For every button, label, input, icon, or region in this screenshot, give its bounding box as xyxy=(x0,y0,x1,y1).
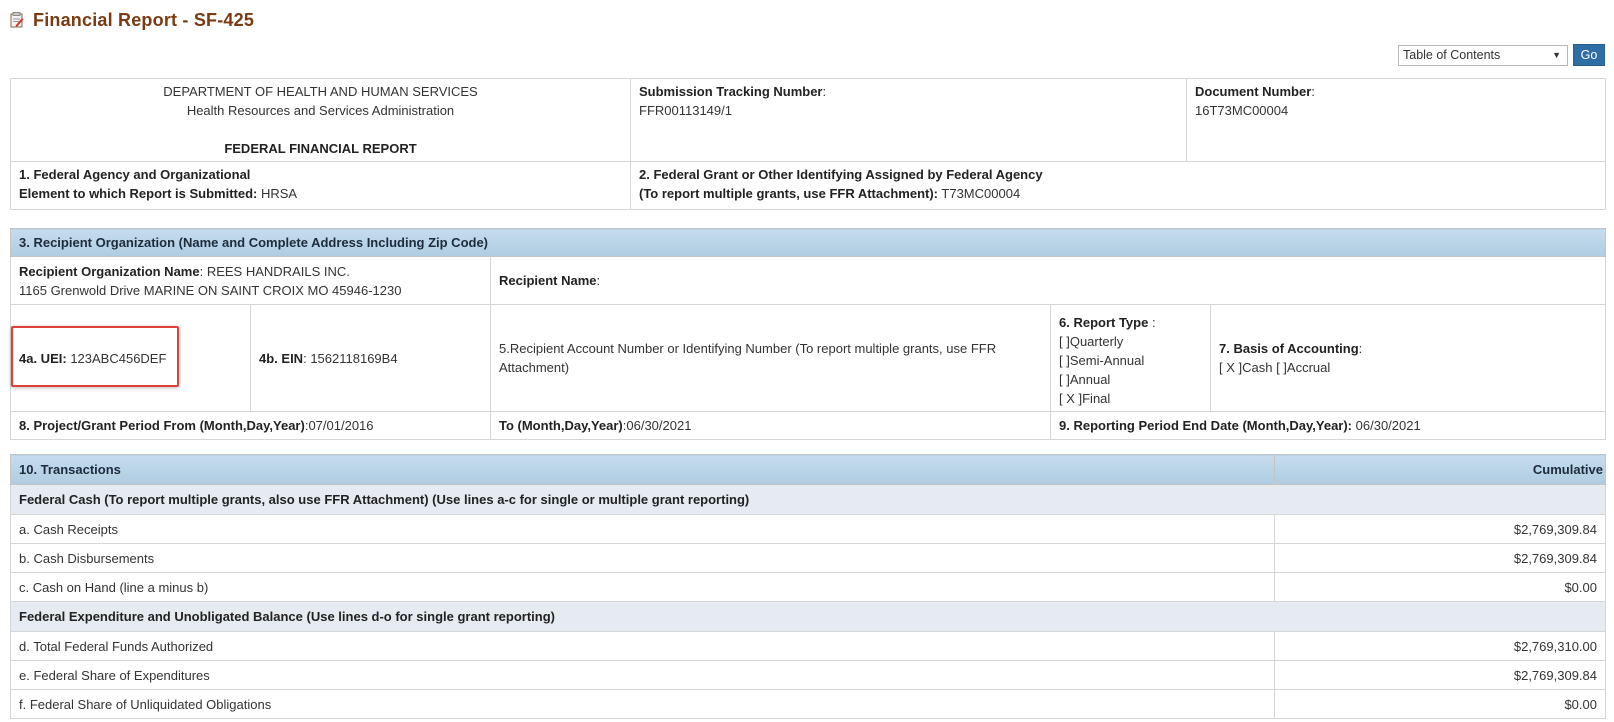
page-header: Financial Report - SF-425 xyxy=(10,8,254,32)
tracking-number-value: FFR00113149/1 xyxy=(639,103,732,118)
recipient-name-label: Recipient Name xyxy=(499,273,597,288)
line-item-label: a. Cash Receipts xyxy=(10,514,1275,544)
line-item-label: e. Federal Share of Expenditures xyxy=(10,660,1275,690)
document-number-cell: Document Number: 16T73MC00004 xyxy=(1186,78,1606,162)
toc-navigation: Table of Contents ▼ Go xyxy=(1398,44,1605,66)
federal-cash-group-header: Federal Cash (To report multiple grants,… xyxy=(10,484,1606,515)
cumulative-column-header: Cumulative xyxy=(1274,454,1606,485)
line-item-amount: $2,769,310.00 xyxy=(1274,631,1606,661)
tracking-number-cell: Submission Tracking Number: FFR00113149/… xyxy=(630,78,1187,162)
period-from-label: 8. Project/Grant Period From (Month,Day,… xyxy=(19,418,305,433)
line-item-label: c. Cash on Hand (line a minus b) xyxy=(10,572,1275,602)
report-header-table: DEPARTMENT OF HEALTH AND HUMAN SERVICES … xyxy=(10,78,1606,210)
line-item-amount: $2,769,309.84 xyxy=(1274,514,1606,544)
reporting-period-end-value: 06/30/2021 xyxy=(1355,418,1421,433)
period-from-cell: 8. Project/Grant Period From (Month,Day,… xyxy=(10,411,491,440)
line-item-amount: $2,769,309.84 xyxy=(1274,543,1606,573)
chevron-down-icon: ▼ xyxy=(1552,50,1561,60)
table-row: c. Cash on Hand (line a minus b) $0.00 xyxy=(10,572,1606,602)
recipient-organization-table: 3. Recipient Organization (Name and Comp… xyxy=(10,228,1606,440)
line-item-label: b. Cash Disbursements xyxy=(10,543,1275,573)
ein-cell: 4b. EIN: 1562118169B4 xyxy=(250,304,491,412)
report-type-option-quarterly: [ ]Quarterly xyxy=(1059,333,1124,349)
transactions-section-title: 10. Transactions xyxy=(10,454,1275,485)
tracking-number-label: Submission Tracking Number xyxy=(639,84,823,99)
recipient-org-cell: Recipient Organization Name: REES HANDRA… xyxy=(10,256,491,305)
line-item-label: d. Total Federal Funds Authorized xyxy=(10,631,1275,661)
period-to-value: 06/30/2021 xyxy=(626,418,692,433)
recipient-org-name-label: Recipient Organization Name xyxy=(19,264,200,279)
federal-agency-cell: 1. Federal Agency and Organizational Ele… xyxy=(10,161,631,210)
ein-label: 4b. EIN xyxy=(259,350,304,366)
table-row: e. Federal Share of Expenditures $2,769,… xyxy=(10,660,1606,690)
dept-name: DEPARTMENT OF HEALTH AND HUMAN SERVICES xyxy=(163,84,478,99)
sub-agency-name: Health Resources and Services Administra… xyxy=(186,103,455,118)
report-type-label: 6. Report Type xyxy=(1059,314,1149,330)
federal-agency-label-line1: 1. Federal Agency and Organizational xyxy=(19,167,251,182)
ein-value: 1562118169B4 xyxy=(310,350,398,366)
federal-agency-label-line2: Element to which Report is Submitted: xyxy=(19,186,258,201)
federal-grant-label-line1: 2. Federal Grant or Other Identifying As… xyxy=(639,167,1043,182)
reporting-period-end-cell: 9. Reporting Period End Date (Month,Day,… xyxy=(1050,411,1606,440)
line-item-amount: $0.00 xyxy=(1274,689,1606,719)
table-row: b. Cash Disbursements $2,769,309.84 xyxy=(10,543,1606,573)
federal-agency-value: HRSA xyxy=(260,186,298,201)
table-of-contents-select[interactable]: Table of Contents ▼ xyxy=(1398,44,1568,66)
report-name: FEDERAL FINANCIAL REPORT xyxy=(224,141,417,156)
period-to-label: To (Month,Day,Year) xyxy=(499,418,623,433)
report-type-option-semi-annual: [ ]Semi-Annual xyxy=(1059,352,1145,368)
table-row: f. Federal Share of Unliquidated Obligat… xyxy=(10,689,1606,719)
recipient-org-address: 1165 Grenwold Drive MARINE ON SAINT CROI… xyxy=(19,283,402,298)
report-type-option-annual: [ ]Annual xyxy=(1059,371,1111,387)
federal-grant-label-line2: (To report multiple grants, use FFR Atta… xyxy=(639,186,939,201)
recipient-name-cell: Recipient Name: xyxy=(490,256,1606,305)
document-number-label: Document Number xyxy=(1195,84,1312,99)
line-item-label: f. Federal Share of Unliquidated Obligat… xyxy=(10,689,1275,719)
federal-grant-value: T73MC00004 xyxy=(941,186,1021,201)
agency-header-cell: DEPARTMENT OF HEALTH AND HUMAN SERVICES … xyxy=(10,78,631,162)
basis-of-accounting-cell: 7. Basis of Accounting: [ X ]Cash [ ]Acc… xyxy=(1210,304,1606,412)
report-document-icon xyxy=(10,12,24,28)
period-to-cell: To (Month,Day,Year):06/30/2021 xyxy=(490,411,1051,440)
line-item-amount: $2,769,309.84 xyxy=(1274,660,1606,690)
transactions-table: 10. Transactions Cumulative Federal Cash… xyxy=(10,454,1606,719)
table-row: d. Total Federal Funds Authorized $2,769… xyxy=(10,631,1606,661)
page-title: Financial Report - SF-425 xyxy=(33,9,255,30)
recipient-section-title: 3. Recipient Organization (Name and Comp… xyxy=(10,228,1606,257)
report-type-option-final: [ X ]Final xyxy=(1059,390,1111,406)
federal-grant-cell: 2. Federal Grant or Other Identifying As… xyxy=(630,161,1606,210)
federal-expenditure-group-header: Federal Expenditure and Unobligated Bala… xyxy=(10,601,1606,632)
report-type-cell: 6. Report Type : [ ]Quarterly [ ]Semi-An… xyxy=(1050,304,1211,412)
toc-selected-value: Table of Contents xyxy=(1403,48,1501,62)
recipient-org-name-value: REES HANDRAILS INC. xyxy=(206,264,350,279)
document-number-value: 16T73MC00004 xyxy=(1195,103,1289,118)
basis-of-accounting-value: [ X ]Cash [ ]Accrual xyxy=(1219,360,1331,375)
table-row: a. Cash Receipts $2,769,309.84 xyxy=(10,514,1606,544)
uei-cell: 4a. UEI: 123ABC456DEF xyxy=(10,304,251,412)
uei-label: 4a. UEI: xyxy=(19,350,67,366)
recipient-account-cell: 5.Recipient Account Number or Identifyin… xyxy=(490,304,1051,412)
basis-of-accounting-label: 7. Basis of Accounting xyxy=(1219,341,1359,356)
reporting-period-end-label: 9. Reporting Period End Date (Month,Day,… xyxy=(1059,418,1353,433)
uei-value: 123ABC456DEF xyxy=(70,350,167,366)
line-item-amount: $0.00 xyxy=(1274,572,1606,602)
go-button[interactable]: Go xyxy=(1573,44,1605,66)
period-from-value: 07/01/2016 xyxy=(308,418,374,433)
recipient-account-text: 5.Recipient Account Number or Identifyin… xyxy=(499,341,997,375)
